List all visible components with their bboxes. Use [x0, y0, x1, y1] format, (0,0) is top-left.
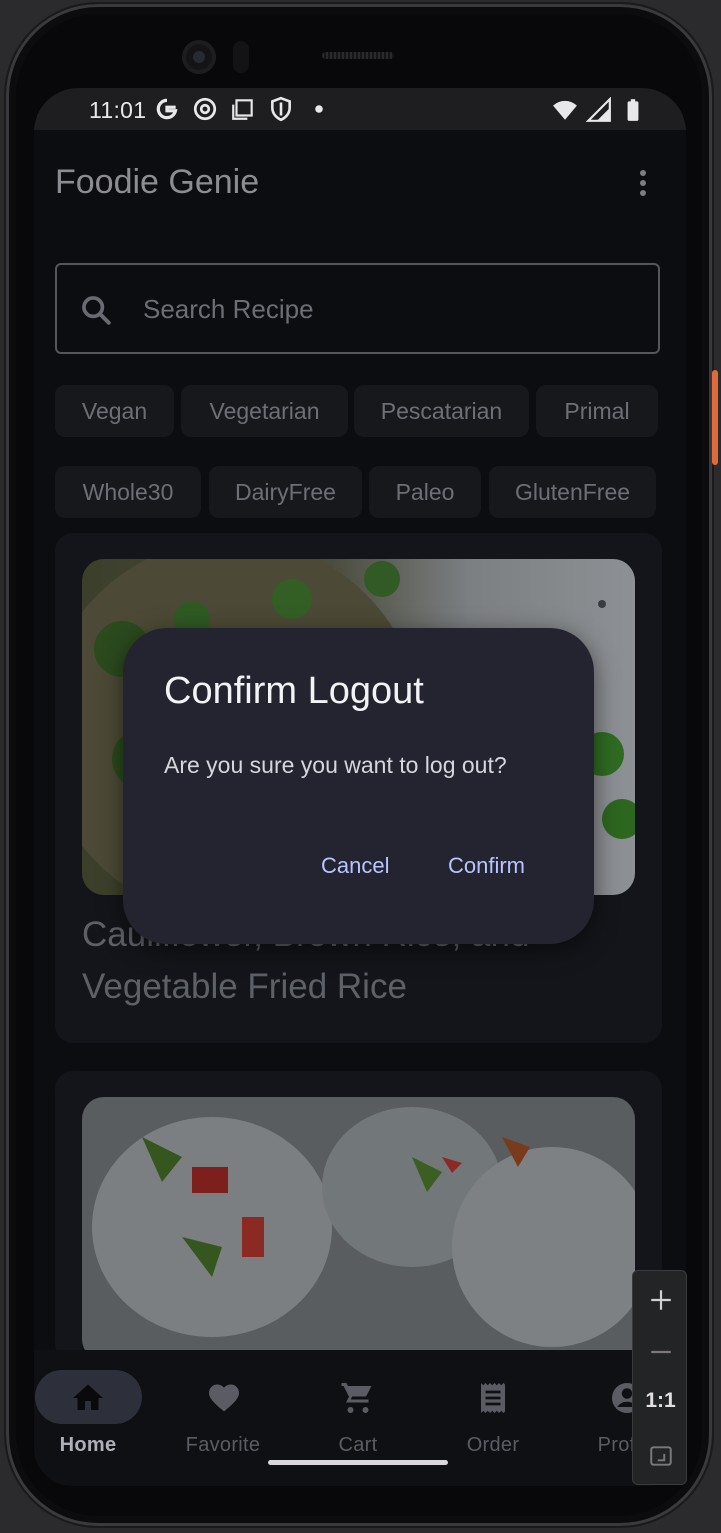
zoom-in-button[interactable] — [633, 1275, 688, 1325]
zoom-reset-button[interactable]: 1:1 — [633, 1389, 688, 1413]
minus-icon — [650, 1350, 671, 1354]
fit-screen-icon — [649, 1446, 672, 1466]
power-button — [712, 370, 718, 465]
dialog-title: Confirm Logout — [164, 670, 424, 712]
emulator-zoom-panel: 1:1 — [632, 1270, 687, 1485]
proximity-sensor — [233, 41, 249, 73]
fit-screen-button[interactable] — [633, 1431, 688, 1481]
zoom-out-button[interactable] — [633, 1327, 688, 1377]
front-camera — [182, 40, 216, 74]
confirm-button[interactable]: Confirm — [448, 846, 525, 886]
logout-dialog: Confirm Logout Are you sure you want to … — [123, 628, 594, 944]
plus-icon — [650, 1290, 671, 1310]
earpiece-speaker — [322, 52, 394, 59]
cancel-button[interactable]: Cancel — [321, 846, 389, 886]
device-screen: 11:01 Foodie Genie Vegan Vegetarian P — [34, 88, 686, 1486]
dialog-message: Are you sure you want to log out? — [164, 752, 507, 778]
